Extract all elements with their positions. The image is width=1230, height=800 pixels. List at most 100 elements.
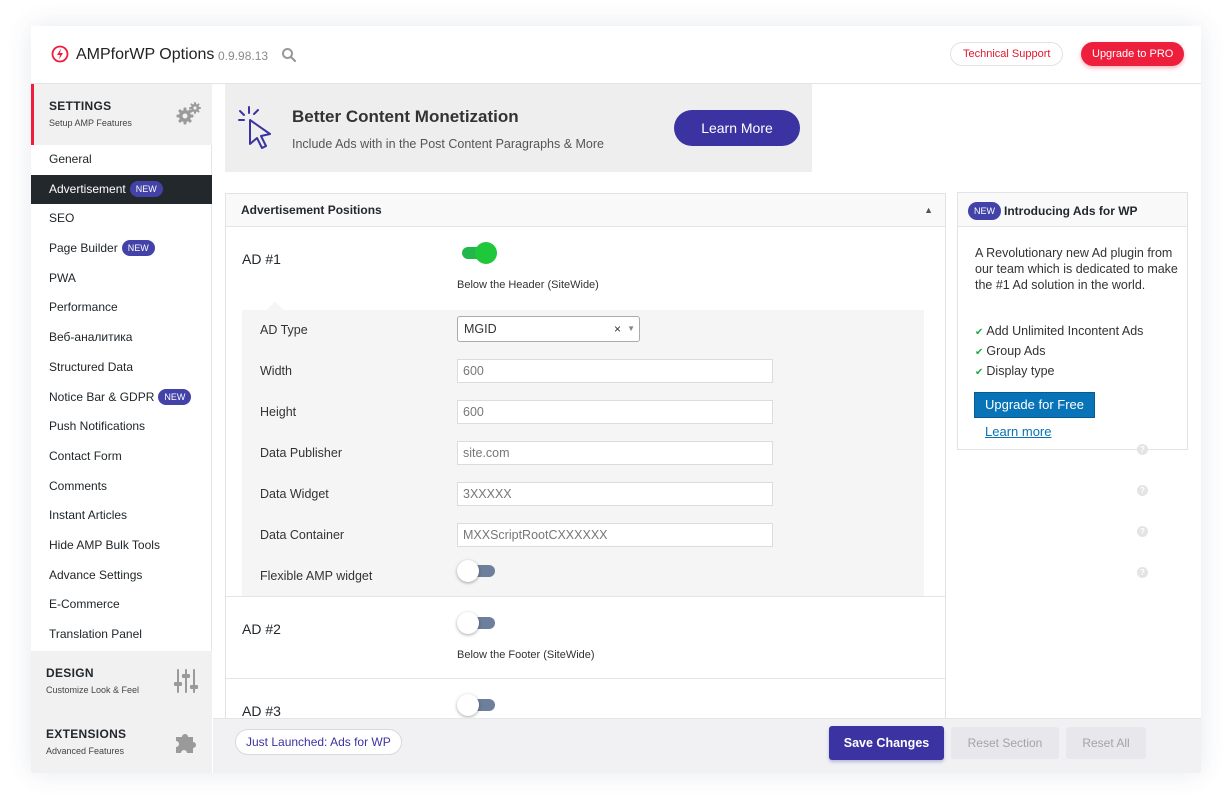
extensions-subtitle: Advanced Features xyxy=(46,746,125,756)
gears-icon xyxy=(176,102,201,125)
upgrade-pro-button[interactable]: Upgrade to PRO xyxy=(1081,42,1185,66)
sidebar-item-performance[interactable]: Performance xyxy=(31,293,212,323)
sidebar-item-seo[interactable]: SEO xyxy=(31,204,212,234)
publisher-label: Data Publisher xyxy=(260,446,342,460)
sidebar-item-advance-settings[interactable]: Advance Settings xyxy=(31,561,212,591)
list-item: ✔ Group Ads xyxy=(975,344,1046,358)
ad-2-description: Below the Footer (SiteWide) xyxy=(457,649,595,661)
sidebar-item-structured-data[interactable]: Structured Data xyxy=(31,353,212,383)
publisher-row: Data Publisher site.com xyxy=(242,433,924,474)
app-title: AMPforWP Options xyxy=(76,46,215,63)
question-icon[interactable]: ? xyxy=(1137,567,1148,578)
ad-1-toggle[interactable] xyxy=(457,242,497,264)
sidebar-item-push-notifications[interactable]: Push Notifications xyxy=(31,412,212,442)
height-input[interactable]: 600 xyxy=(457,400,773,424)
sidebar-item-contact-form[interactable]: Contact Form xyxy=(31,442,212,472)
height-row: Height 600 xyxy=(242,392,924,433)
ad-type-select[interactable]: MGID × ▼ xyxy=(457,316,640,342)
flexible-widget-toggle[interactable] xyxy=(457,560,497,582)
clear-icon[interactable]: × xyxy=(614,317,621,341)
ad-1-settings: AD Type MGID × ▼ Width 600 Height 600 Da… xyxy=(242,301,924,597)
sidebar-item-comments[interactable]: Comments xyxy=(31,472,212,502)
settings-nav: General Advertisement NEW SEO Page Builde… xyxy=(31,145,212,650)
puzzle-icon xyxy=(176,734,196,753)
feature-list: ✔ Add Unlimited Incontent Ads ✔ Group Ads … xyxy=(975,322,1143,382)
sidebar-item-translation-panel[interactable]: Translation Panel xyxy=(31,620,212,650)
collapse-icon[interactable]: ▲ xyxy=(924,194,933,227)
new-badge: NEW xyxy=(158,388,192,405)
sidebar-item-page-builder[interactable]: Page Builder NEW xyxy=(31,234,212,264)
widget-input[interactable]: 3XXXXX xyxy=(457,482,773,506)
width-row: Width 600 xyxy=(242,351,924,392)
publisher-input[interactable]: site.com xyxy=(457,441,773,465)
card-header: NEW Introducing Ads for WP xyxy=(958,193,1187,227)
just-launched-link[interactable]: Just Launched: Ads for WP xyxy=(235,729,402,755)
ad-3-toggle[interactable] xyxy=(457,694,497,716)
new-badge: NEW xyxy=(968,202,1001,220)
sidebar-item-pwa[interactable]: PWA xyxy=(31,264,212,294)
ad-2-label: AD #2 xyxy=(242,621,281,637)
dropdown-arrow-icon[interactable]: ▼ xyxy=(627,317,635,341)
question-icon[interactable]: ? xyxy=(1137,485,1148,496)
panel-header[interactable]: Advertisement Positions ▲ xyxy=(226,194,945,227)
sidebar-section-settings[interactable]: SETTINGS Setup AMP Features xyxy=(31,84,212,145)
reset-section-button[interactable]: Reset Section xyxy=(951,727,1059,759)
panel-title: Advertisement Positions xyxy=(241,203,382,217)
width-label: Width xyxy=(260,364,292,378)
height-label: Height xyxy=(260,405,297,419)
search-icon[interactable] xyxy=(281,47,297,63)
ad-type-label: AD Type xyxy=(260,323,308,337)
sliders-icon xyxy=(174,669,198,693)
ad-1-description: Below the Header (SiteWide) xyxy=(457,279,599,291)
learn-more-button[interactable]: Learn More xyxy=(674,110,800,146)
container-input[interactable]: MXXScriptRootCXXXXXX xyxy=(457,523,773,547)
upgrade-for-free-button[interactable]: Upgrade for Free xyxy=(974,392,1095,418)
sidebar-item-instant-articles[interactable]: Instant Articles xyxy=(31,501,212,531)
widget-label: Data Widget xyxy=(260,487,329,501)
flexible-row: Flexible AMP widget xyxy=(242,556,924,597)
promo-banner: Better Content Monetization Include Ads … xyxy=(225,84,812,172)
settings-title: SETTINGS xyxy=(49,99,112,113)
width-input[interactable]: 600 xyxy=(457,359,773,383)
sidebar-section-extensions[interactable]: EXTENSIONS Advanced Features xyxy=(31,712,212,773)
promo-description: Include Ads with in the Post Content Par… xyxy=(292,137,604,151)
ad-1-label: AD #1 xyxy=(242,251,281,267)
cursor-click-icon xyxy=(238,106,271,149)
design-subtitle: Customize Look & Feel xyxy=(46,685,140,695)
question-icon[interactable]: ? xyxy=(1137,444,1148,455)
sidebar-item-e-commerce[interactable]: E-Commerce xyxy=(31,590,212,620)
reset-all-button[interactable]: Reset All xyxy=(1066,727,1146,759)
sidebar-item-notice-bar-gdpr[interactable]: Notice Bar & GDPR NEW xyxy=(31,383,212,413)
extensions-title: EXTENSIONS xyxy=(46,727,127,741)
footer-bar: Just Launched: Ads for WP Save Changes R… xyxy=(213,718,1201,773)
sidebar-item-general[interactable]: General xyxy=(31,145,212,175)
sidebar-item-analytics[interactable]: Веб-аналитика xyxy=(31,323,212,353)
main-content: Better Content Monetization Include Ads … xyxy=(213,84,1201,723)
advertisement-positions-panel: Advertisement Positions ▲ AD #1 Below th… xyxy=(225,193,946,723)
ad-3-label: AD #3 xyxy=(242,703,281,719)
sidebar-item-advertisement[interactable]: Advertisement NEW xyxy=(31,174,212,205)
options-window: AMPforWP Options 0.9.98.13 Technical Sup… xyxy=(31,26,1201,773)
version-label: 0.9.98.13 xyxy=(218,49,269,63)
ad-2-toggle[interactable] xyxy=(457,612,497,634)
save-changes-button[interactable]: Save Changes xyxy=(829,726,944,760)
promo-heading: Better Content Monetization xyxy=(292,107,519,126)
sidebar-section-design[interactable]: DESIGN Customize Look & Feel xyxy=(31,651,212,712)
check-icon: ✔ xyxy=(975,327,984,338)
learn-more-link[interactable]: Learn more xyxy=(985,424,1051,439)
new-badge: NEW xyxy=(121,240,155,257)
technical-support-button[interactable]: Technical Support xyxy=(950,42,1064,66)
check-icon: ✔ xyxy=(975,367,984,378)
flexible-label: Flexible AMP widget xyxy=(260,569,373,583)
ads-for-wp-card: NEW Introducing Ads for WP A Revolutiona… xyxy=(957,192,1188,450)
list-item: ✔ Add Unlimited Incontent Ads xyxy=(975,324,1144,338)
sidebar-item-hide-amp-bulk-tools[interactable]: Hide AMP Bulk Tools xyxy=(31,531,212,561)
question-icon[interactable]: ? xyxy=(1137,526,1148,537)
ad-3-row: AD #3 xyxy=(226,679,945,722)
check-icon: ✔ xyxy=(975,347,984,358)
ad-2-row: AD #2 Below the Footer (SiteWide) xyxy=(226,597,945,677)
ad-1-row: AD #1 Below the Header (SiteWide) AD Typ… xyxy=(226,227,945,597)
list-item: ✔ Display type xyxy=(975,364,1055,378)
container-row: Data Container MXXScriptRootCXXXXXX xyxy=(242,515,924,556)
lightning-bolt-icon xyxy=(51,45,69,63)
